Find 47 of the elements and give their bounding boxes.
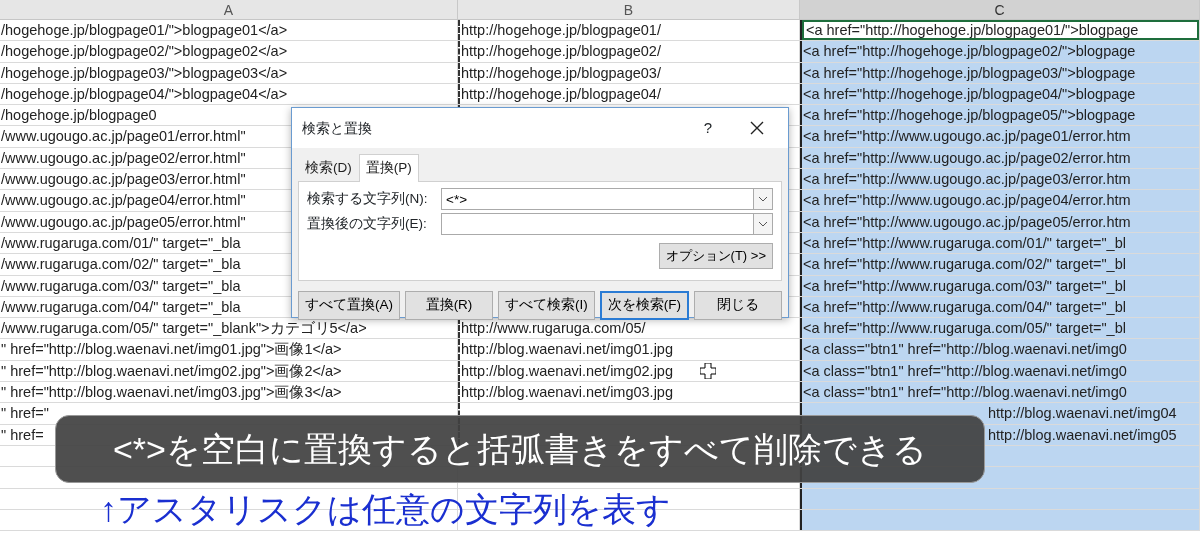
table-cell: /hogehoge.jp/blogpage02/">blogpage02</a> — [0, 41, 458, 62]
help-button[interactable]: ? — [703, 116, 712, 140]
table-cell: <a href="http://www.ugougo.ac.jp/page05/error.htm — [800, 211, 1200, 232]
table-cell: <a href="http://www.rugaruga.com/03/" target="_bl — [800, 275, 1200, 296]
table-cell: <a href="http://hogehoge.jp/blogpage03/">blogpage — [800, 62, 1200, 83]
tab[interactable]: 置換(P) — [358, 154, 419, 183]
dialog-button[interactable]: 置換(R) — [405, 291, 493, 320]
combo-field[interactable] — [441, 213, 753, 236]
caption-banner: <*>を空白に置換すると括弧書きをすべて削除できる — [55, 415, 985, 483]
table-cell: <a href="http://www.rugaruga.com/04/" target="_bl — [800, 296, 1200, 318]
column-header[interactable]: C — [800, 0, 1200, 19]
table-cell: <a href="http://www.ugougo.ac.jp/page03/error.htm — [800, 169, 1200, 190]
dialog-button[interactable]: 次を検索(F) — [599, 291, 689, 320]
table-cell: <a href="http://www.rugaruga.com/01/" target="_bl — [800, 232, 1200, 254]
table-cell: <a href="http://www.ugougo.ac.jp/page01/error.htm — [800, 126, 1200, 147]
chevron-down-icon — [758, 196, 768, 203]
dialog-button[interactable]: すべて検索(I) — [498, 291, 595, 320]
table-cell: <a href="http://hogehoge.jp/blogpage04/">blogpage — [800, 83, 1200, 105]
caption-note: ↑アスタリスクは任意の文字列を表す — [100, 489, 671, 530]
table-cell: " href="http://blog.waenavi.net/img03.jpg">画像3</a> — [0, 382, 458, 403]
table-cell: <a class="btn1" href="http://blog.waenavi.net/img0 — [800, 339, 1200, 360]
combo-field[interactable]: <*> — [441, 188, 753, 211]
dialog-button[interactable]: すべて置換(A) — [298, 291, 400, 320]
table-cell: <a class="btn1" href="http://blog.waenavi.net/img0 — [800, 382, 1200, 403]
table-cell: <a href="http://hogehoge.jp/blogpage05/">blogpage — [800, 105, 1200, 126]
table-cell: " href="http://blog.waenavi.net/img01.jpg">画像1</a> — [0, 339, 458, 360]
table-cell: <a href="http://hogehoge.jp/blogpage01/">blogpage — [800, 20, 1200, 41]
dialog-button[interactable]: 閉じる — [694, 291, 782, 320]
field-label: 置換後の文字列(E): — [307, 215, 428, 234]
column-header[interactable]: A — [0, 0, 458, 19]
field-label: 検索する文字列(N): — [307, 190, 429, 209]
close-icon[interactable] — [750, 121, 764, 135]
dropdown-button[interactable] — [753, 188, 773, 211]
table-cell: <a href="http://www.rugaruga.com/05/" target="_bl — [800, 318, 1200, 339]
table-cell: /hogehoge.jp/blogpage01/">blogpage01</a> — [0, 20, 458, 41]
table-cell: <a href="http://www.rugaruga.com/02/" target="_bl — [800, 254, 1200, 275]
table-cell: /hogehoge.jp/blogpage04/">blogpage04</a> — [0, 83, 458, 105]
dropdown-button[interactable] — [753, 213, 773, 236]
options-button[interactable]: オプション(T) >> — [658, 243, 773, 269]
table-cell: <a href="http://www.ugougo.ac.jp/page02/error.htm — [800, 147, 1200, 169]
chevron-down-icon — [758, 221, 768, 228]
table-cell: /hogehoge.jp/blogpage03/">blogpage03</a> — [0, 62, 458, 83]
table-cell: <a class="btn1" href="http://blog.waenavi.net/img0 — [800, 360, 1200, 382]
table-cell: <a href="http://www.ugougo.ac.jp/page04/error.htm — [800, 190, 1200, 211]
table-cell: " href="http://blog.waenavi.net/img02.jpg">画像2</a> — [0, 360, 458, 382]
cursor-icon — [700, 363, 716, 379]
table-cell: <a href="http://hogehoge.jp/blogpage02/">blogpage — [800, 41, 1200, 62]
